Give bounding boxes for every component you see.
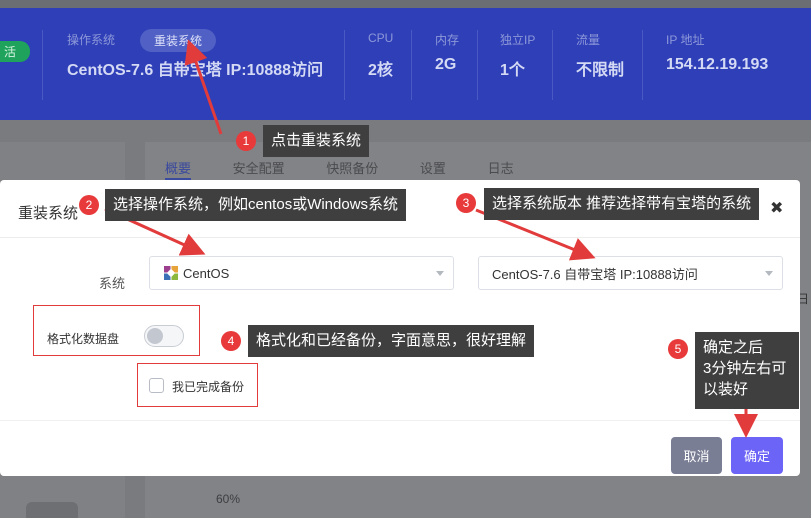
callout-5-line: 确定之后 xyxy=(703,339,764,356)
top-strip xyxy=(0,0,811,8)
ip-address-value: 154.12.19.193 xyxy=(666,56,769,73)
callout-5-line: 3分钟左右可 xyxy=(703,360,787,377)
panel-tabs: 概要 安全配置 快照备份 设置 日志 xyxy=(165,158,552,180)
step-badge-5: 5 xyxy=(668,339,688,359)
os-value: CentOS-7.6 自带宝塔 IP:10888访问 xyxy=(67,62,324,79)
traffic-value: 不限制 xyxy=(576,62,625,79)
tab-settings[interactable]: 设置 xyxy=(420,161,446,176)
version-select[interactable]: CentOS-7.6 自带宝塔 IP:10888访问 xyxy=(478,256,783,290)
divider xyxy=(344,30,345,100)
memory-label: 内存 xyxy=(435,33,460,47)
cpu-label: CPU xyxy=(368,31,394,45)
decorative-shape xyxy=(26,502,78,518)
cancel-button[interactable]: 取消 xyxy=(671,437,722,474)
divider xyxy=(552,30,553,100)
tab-overview[interactable]: 概要 xyxy=(165,161,192,180)
close-icon[interactable]: ✖ xyxy=(770,198,783,218)
os-select-value: CentOS xyxy=(183,265,230,281)
centos-icon xyxy=(163,265,179,281)
dedicated-ip-value: 1个 xyxy=(500,62,525,79)
callout-5: 确定之后 3分钟左右可 以装好 xyxy=(695,332,799,409)
chart-axis-tick: 60% xyxy=(216,492,241,506)
step-badge-4: 4 xyxy=(221,331,241,351)
divider xyxy=(642,30,643,100)
system-label: 系统 xyxy=(99,276,126,291)
dialog-title: 重装系统 xyxy=(18,205,79,222)
callout-2: 选择操作系统，例如centos或Windows系统 xyxy=(105,189,407,221)
callout-3: 选择系统版本 推荐选择带有宝塔的系统 xyxy=(484,188,760,220)
ip-address-label: IP 地址 xyxy=(666,33,705,47)
status-badge: 活 xyxy=(0,41,31,62)
highlight-box xyxy=(137,363,258,407)
step-badge-1: 1 xyxy=(236,131,256,151)
memory-value: 2G xyxy=(435,56,457,73)
step-badge-3: 3 xyxy=(456,193,476,213)
callout-5-line: 以装好 xyxy=(703,381,749,398)
divider xyxy=(0,237,800,238)
tab-snapshot[interactable]: 快照备份 xyxy=(326,161,378,176)
cpu-value: 2核 xyxy=(368,62,393,79)
chevron-down-icon xyxy=(436,271,444,276)
divider xyxy=(411,30,412,100)
step-badge-2: 2 xyxy=(79,195,99,215)
server-info-header: 活 操作系统 重装系统 CentOS-7.6 自带宝塔 IP:10888访问 C… xyxy=(0,8,811,120)
version-select-value: CentOS-7.6 自带宝塔 IP:10888访问 xyxy=(492,266,698,282)
callout-4: 格式化和已经备份，字面意思，很好理解 xyxy=(248,325,535,357)
reinstall-system-button[interactable]: 重装系统 xyxy=(140,29,217,52)
tab-logs[interactable]: 日志 xyxy=(488,161,514,176)
tab-security[interactable]: 安全配置 xyxy=(233,161,285,176)
divider xyxy=(0,420,800,421)
os-select[interactable]: CentOS xyxy=(149,256,454,290)
callout-1: 点击重装系统 xyxy=(263,125,370,157)
traffic-label: 流量 xyxy=(576,33,601,47)
dedicated-ip-label: 独立IP xyxy=(500,33,536,47)
confirm-button[interactable]: 确定 xyxy=(731,437,783,474)
divider xyxy=(477,30,478,100)
highlight-box xyxy=(33,305,200,356)
os-label: 操作系统 xyxy=(67,33,116,47)
chevron-down-icon xyxy=(765,271,773,276)
divider xyxy=(42,30,43,100)
